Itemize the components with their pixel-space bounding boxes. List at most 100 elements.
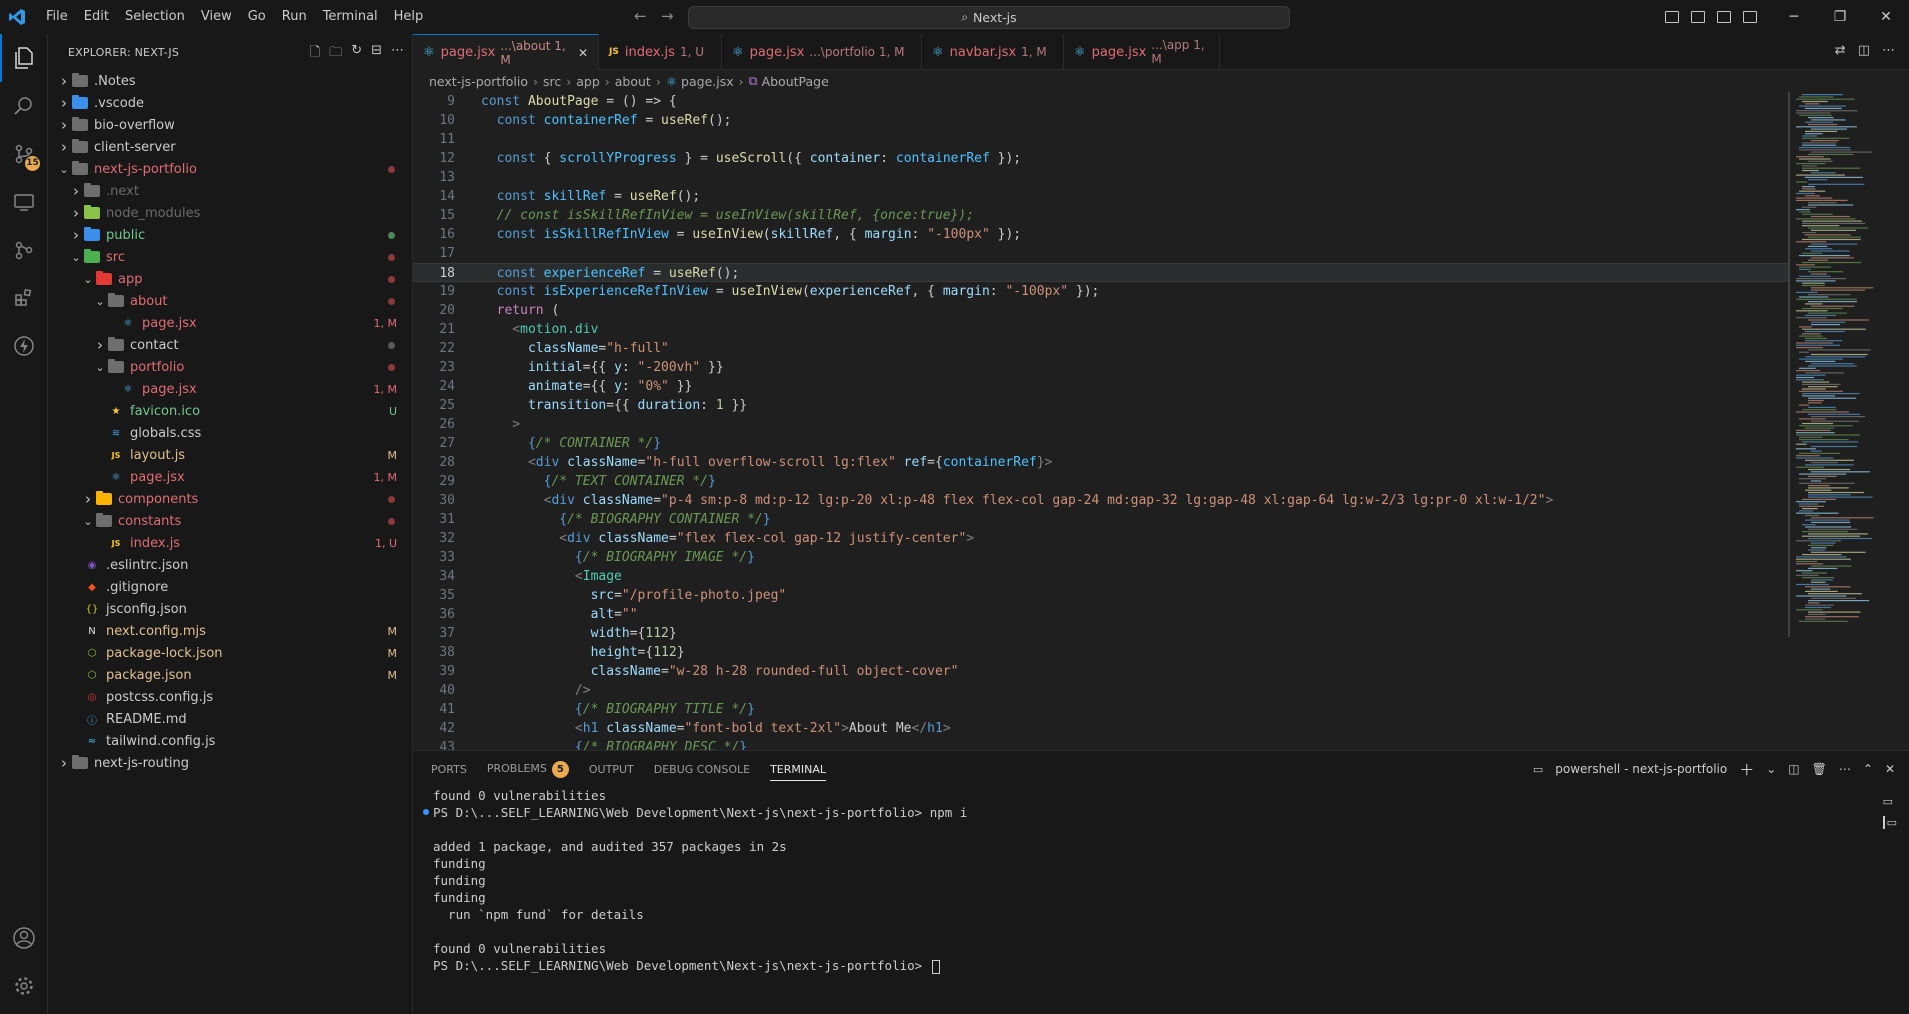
panel-tab-problems[interactable]: PROBLEMS 5 bbox=[487, 760, 569, 778]
chevron-down-icon[interactable]: ⌄ bbox=[80, 515, 96, 528]
terminal-name[interactable]: powershell - next-js-portfolio bbox=[1555, 762, 1727, 776]
tree-folder[interactable]: ⌄ portfolio bbox=[48, 356, 413, 378]
menu-go[interactable]: Go bbox=[240, 0, 274, 34]
search-activity-icon[interactable] bbox=[0, 82, 48, 130]
forward-arrow-icon[interactable]: → bbox=[661, 7, 674, 25]
tree-folder[interactable]: › .vscode bbox=[48, 92, 413, 114]
toggle-sidebar-icon[interactable] bbox=[1665, 11, 1679, 23]
breadcrumb-item[interactable]: about bbox=[615, 74, 651, 89]
tree-folder[interactable]: ⌄ next-js-portfolio bbox=[48, 158, 413, 180]
new-terminal-icon[interactable]: ＋ bbox=[1739, 759, 1754, 780]
tree-file[interactable]: ⬡ package-lock.json M bbox=[48, 642, 413, 664]
tree-file[interactable]: JS layout.js M bbox=[48, 444, 413, 466]
tree-file[interactable]: ⚛ page.jsx 1, M bbox=[48, 378, 413, 400]
chevron-right-icon[interactable]: › bbox=[80, 490, 96, 508]
tree-folder[interactable]: ⌄ constants bbox=[48, 510, 413, 532]
tree-file[interactable]: Nnext.config.mjs M bbox=[48, 620, 413, 642]
editor-tab[interactable]: ⚛ navbar.jsx 1, M bbox=[922, 34, 1064, 70]
chevron-right-icon[interactable]: › bbox=[56, 138, 72, 156]
tree-file[interactable]: ◎ postcss.config.js bbox=[48, 686, 413, 708]
panel-tab-ports[interactable]: PORTS bbox=[431, 763, 467, 776]
minimap-slider[interactable] bbox=[1788, 92, 1790, 637]
chevron-right-icon[interactable]: › bbox=[68, 204, 84, 222]
close-window-button[interactable]: ✕ bbox=[1863, 0, 1909, 34]
new-folder-icon[interactable]: 🗀 bbox=[329, 43, 342, 65]
tree-folder[interactable]: › .Notes bbox=[48, 70, 413, 92]
tree-folder[interactable]: › public bbox=[48, 224, 413, 246]
toggle-panel-icon[interactable] bbox=[1691, 11, 1705, 23]
editor-tab[interactable]: ⚛ page.jsx ...\app 1, M bbox=[1064, 34, 1220, 70]
tree-file[interactable]: ⓘ README.md bbox=[48, 708, 413, 730]
accounts-activity-icon[interactable] bbox=[0, 914, 48, 962]
tree-folder[interactable]: › next-js-routing bbox=[48, 752, 413, 774]
more-actions-icon[interactable]: ⋯ bbox=[391, 43, 404, 65]
tree-folder[interactable]: › contact bbox=[48, 334, 413, 356]
new-file-icon[interactable]: 🗋 bbox=[310, 43, 320, 65]
editor-tab[interactable]: ⚛ page.jsx ...\portfolio 1, M bbox=[722, 34, 922, 70]
chevron-right-icon[interactable]: › bbox=[92, 336, 108, 354]
breadcrumb-item[interactable]: src bbox=[543, 74, 561, 89]
kill-terminal-icon[interactable]: 🗑 bbox=[1812, 762, 1827, 776]
split-terminal-icon[interactable]: ◫ bbox=[1788, 762, 1799, 776]
collapse-all-icon[interactable]: ⊟ bbox=[371, 43, 382, 65]
editor-tab[interactable]: ⚛ page.jsx ...\about 1, M ✕ bbox=[413, 34, 599, 70]
tree-folder[interactable]: › bio-overflow bbox=[48, 114, 413, 136]
tree-file[interactable]: ◉ .eslintrc.json bbox=[48, 554, 413, 576]
breadcrumb-item[interactable]: app bbox=[576, 74, 600, 89]
menu-help[interactable]: Help bbox=[386, 0, 432, 34]
back-arrow-icon[interactable]: ← bbox=[634, 7, 647, 25]
close-panel-icon[interactable]: ✕ bbox=[1885, 762, 1895, 776]
tree-file[interactable]: ⚛ page.jsx 1, M bbox=[48, 466, 413, 488]
minimap[interactable] bbox=[1788, 92, 1909, 750]
settings-gear-icon[interactable] bbox=[0, 962, 48, 1010]
chevron-down-icon[interactable]: ⌄ bbox=[92, 361, 108, 374]
tree-file[interactable]: ≈ tailwind.config.js bbox=[48, 730, 413, 752]
command-center-search[interactable]: ⌕ Next-js bbox=[688, 6, 1290, 29]
menu-selection[interactable]: Selection bbox=[117, 0, 193, 34]
menu-file[interactable]: File bbox=[38, 0, 76, 34]
extensions-activity-icon[interactable] bbox=[0, 274, 48, 322]
panel-more-icon[interactable]: ⋯ bbox=[1839, 762, 1851, 776]
tree-folder[interactable]: › components bbox=[48, 488, 413, 510]
chevron-down-icon[interactable]: ⌄ bbox=[68, 251, 84, 264]
breadcrumb-item[interactable]: next-js-portfolio bbox=[429, 74, 528, 89]
maximize-panel-icon[interactable]: ⌃ bbox=[1863, 762, 1873, 776]
menu-edit[interactable]: Edit bbox=[76, 0, 117, 34]
breadcrumb-item[interactable]: page.jsx bbox=[681, 74, 734, 89]
menu-view[interactable]: View bbox=[193, 0, 240, 34]
close-tab-icon[interactable]: ✕ bbox=[578, 46, 588, 60]
command-decoration-icon[interactable] bbox=[423, 809, 429, 815]
menu-terminal[interactable]: Terminal bbox=[315, 0, 386, 34]
panel-tab-debug-console[interactable]: DEBUG CONSOLE bbox=[654, 763, 750, 776]
tree-folder[interactable]: ⌄ src bbox=[48, 246, 413, 268]
tree-folder[interactable]: › .next bbox=[48, 180, 413, 202]
tree-file[interactable]: ≋ globals.css bbox=[48, 422, 413, 444]
chevron-right-icon[interactable]: › bbox=[56, 72, 72, 90]
panel-tab-output[interactable]: OUTPUT bbox=[589, 763, 634, 776]
code-editor[interactable]: 9 const AboutPage = () => {10 const conta… bbox=[413, 92, 1788, 750]
tree-file[interactable]: JS index.js 1, U bbox=[48, 532, 413, 554]
lightning-activity-icon[interactable] bbox=[0, 322, 48, 370]
tree-file[interactable]: ★ favicon.ico U bbox=[48, 400, 413, 422]
chevron-right-icon[interactable]: › bbox=[68, 182, 84, 200]
chevron-right-icon[interactable]: › bbox=[56, 94, 72, 112]
split-editor-icon[interactable]: ◫ bbox=[1858, 43, 1870, 58]
chevron-right-icon[interactable]: › bbox=[68, 226, 84, 244]
breadcrumb-item[interactable]: AboutPage bbox=[762, 74, 829, 89]
refresh-icon[interactable]: ↻ bbox=[351, 43, 362, 65]
terminal-output[interactable]: found 0 vulnerabilities PS D:\...SELF_LEA… bbox=[423, 787, 1853, 1007]
terminal-dropdown-icon[interactable]: ⌄ bbox=[1766, 762, 1776, 776]
run-debug-activity-icon[interactable] bbox=[0, 226, 48, 274]
tree-file[interactable]: ⚛ page.jsx 1, M bbox=[48, 312, 413, 334]
tree-file[interactable]: ⬡ package.json M bbox=[48, 664, 413, 686]
panel-tab-terminal[interactable]: TERMINAL bbox=[770, 763, 826, 781]
chevron-down-icon[interactable]: ⌄ bbox=[80, 273, 96, 286]
chevron-right-icon[interactable]: › bbox=[56, 116, 72, 134]
minimize-button[interactable]: ─ bbox=[1771, 0, 1817, 34]
compare-icon[interactable]: ⇄ bbox=[1835, 43, 1846, 58]
explorer-activity-icon[interactable] bbox=[0, 34, 48, 82]
tree-file[interactable]: {} jsconfig.json bbox=[48, 598, 413, 620]
menu-run[interactable]: Run bbox=[274, 0, 315, 34]
tree-folder[interactable]: ⌄ about bbox=[48, 290, 413, 312]
toggle-secondary-sidebar-icon[interactable] bbox=[1717, 11, 1731, 23]
